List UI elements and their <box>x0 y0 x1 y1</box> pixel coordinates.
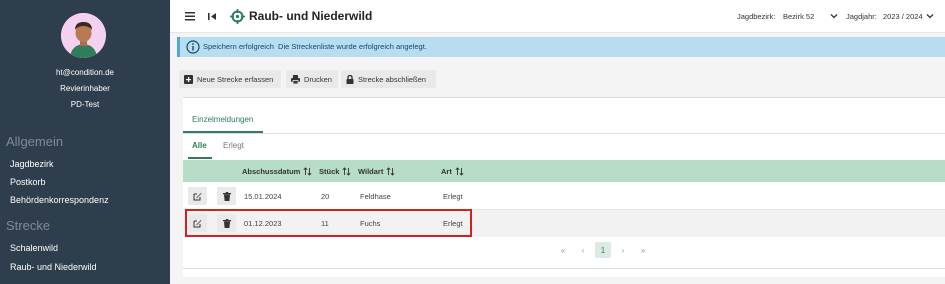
subtab-alle[interactable]: Alle <box>192 141 207 150</box>
sort-icon <box>455 167 464 176</box>
alert-message: Die Streckenliste wurde erfolgreich ange… <box>278 42 427 51</box>
table-row: 15.01.2024 20 Feldhase Erlegt <box>183 183 945 210</box>
user-org: PD-Test <box>70 100 100 109</box>
sidebar-item-postkorb[interactable]: Postkorb <box>10 177 46 187</box>
jagdbezirk-select[interactable]: Bezirk 52 <box>780 8 840 24</box>
col-wildart-label: Wildart <box>358 167 384 176</box>
sidebar-item-raub-und-niederwild[interactable]: Raub- und Niederwild <box>10 262 97 272</box>
jagdjahr-select[interactable]: 2023 / 2024 <box>880 8 936 24</box>
sidebar-item-behoerdenkorrespondenz[interactable]: Behördenkorrespondenz <box>10 195 109 205</box>
jagdbezirk-label: Jagdbezirk: <box>737 12 776 21</box>
menu-icon[interactable] <box>183 9 197 23</box>
sidebar-item-schalenwild[interactable]: Schalenwild <box>10 243 58 253</box>
success-alert: Speichern erfolgreich Die Streckenliste … <box>177 37 945 57</box>
pager-last[interactable]: » <box>636 242 650 258</box>
pager-next[interactable]: › <box>616 242 630 258</box>
jagdjahr-label: Jagdjahr: <box>846 12 877 21</box>
pager-prev[interactable]: ‹ <box>576 242 590 258</box>
tab-einzelmeldungen[interactable]: Einzelmeldungen <box>192 115 253 124</box>
sort-icon <box>386 167 395 176</box>
delete-button[interactable] <box>217 187 236 205</box>
highlighted-row-outline <box>185 209 472 237</box>
print-label: Drucken <box>304 74 332 84</box>
card-bottom-divider <box>183 268 945 269</box>
cell-type: Erlegt <box>443 192 463 201</box>
sidebar-item-jagdbezirk[interactable]: Jagdbezirk <box>10 159 54 169</box>
sort-icon <box>342 167 351 176</box>
crosshair-icon <box>229 8 245 24</box>
pager-page-1[interactable]: 1 <box>595 242 611 258</box>
col-art-label: Art <box>441 167 452 176</box>
page-title: Raub- und Niederwild <box>249 9 373 23</box>
chevron-down-icon <box>830 14 838 19</box>
pager-first[interactable]: « <box>556 242 570 258</box>
active-subtab-indicator <box>188 157 212 159</box>
einzelmeldungen-card: Einzelmeldungen Alle Erlegt Abschussdatu… <box>183 97 945 277</box>
col-art[interactable]: Art <box>441 167 464 176</box>
edit-button[interactable] <box>188 187 207 205</box>
print-button[interactable]: Drucken <box>286 70 338 88</box>
subtab-erlegt[interactable]: Erlegt <box>223 141 244 150</box>
chevron-down-icon <box>926 14 934 19</box>
edit-icon <box>193 192 202 200</box>
user-role: Revierinhaber <box>60 84 110 93</box>
jagdbezirk-value: Bezirk 52 <box>783 11 815 21</box>
sort-icon <box>303 167 312 176</box>
tab-divider <box>183 133 945 134</box>
user-email: ht@condition.de <box>56 68 114 77</box>
cell-date: 15.01.2024 <box>244 192 282 201</box>
close-strecke-button[interactable]: Strecke abschließen <box>341 70 436 88</box>
trash-icon <box>222 191 231 201</box>
section-allgemein: Allgemein <box>6 134 64 149</box>
sidebar: ht@condition.de Revierinhaber PD-Test Al… <box>0 0 170 284</box>
printer-icon <box>291 74 300 84</box>
user-avatar <box>61 13 106 58</box>
col-abschussdatum-label: Abschussdatum <box>242 167 301 176</box>
new-strecke-label: Neue Strecke erfassen <box>197 74 274 84</box>
table-header: Abschussdatum Stück Wildart Art <box>183 160 945 182</box>
close-strecke-label: Strecke abschließen <box>358 74 426 84</box>
cell-species: Feldhase <box>360 192 391 201</box>
alert-text: Speichern erfolgreich Die Streckenliste … <box>203 42 427 51</box>
col-abschussdatum[interactable]: Abschussdatum <box>242 167 312 176</box>
col-stueck-label: Stück <box>319 167 340 176</box>
section-strecke: Strecke <box>6 218 51 233</box>
plus-square-icon <box>184 74 193 84</box>
collapse-sidebar-icon[interactable] <box>205 9 219 23</box>
jagdjahr-value: 2023 / 2024 <box>883 11 923 21</box>
topbar: Raub- und Niederwild Jagdbezirk: Bezirk … <box>170 0 945 33</box>
cell-count: 20 <box>321 192 330 201</box>
col-stueck[interactable]: Stück <box>319 167 351 176</box>
info-icon <box>186 40 200 54</box>
lock-icon <box>346 74 354 84</box>
col-wildart[interactable]: Wildart <box>358 167 395 176</box>
alert-title: Speichern erfolgreich <box>203 42 274 51</box>
new-strecke-button[interactable]: Neue Strecke erfassen <box>179 70 281 88</box>
